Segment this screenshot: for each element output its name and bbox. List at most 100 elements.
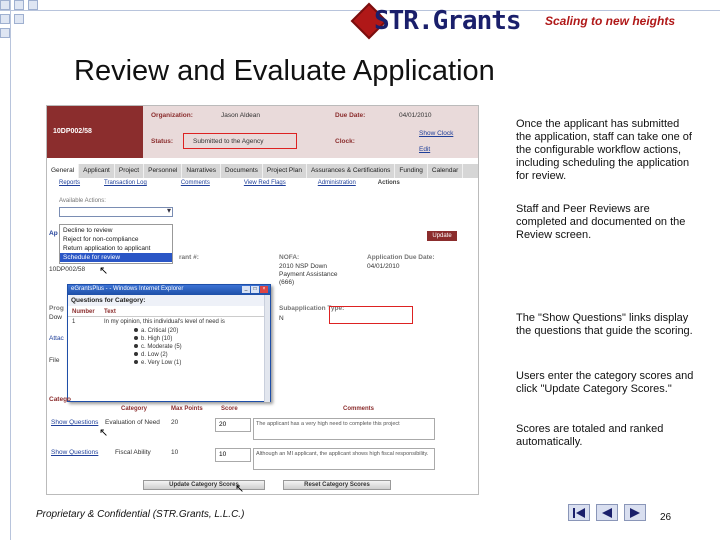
record-header: 10DP002/58 Organization: Jason Aldean St…	[47, 106, 478, 158]
popup-title: eGrantsPlus - - Windows Internet Explore…	[71, 286, 184, 292]
nofa-line: Payment Assistance	[279, 271, 338, 278]
bullet-icon	[134, 360, 138, 365]
left-fragment: Dow	[49, 314, 63, 321]
next-slide-button[interactable]	[624, 504, 646, 521]
comment-input[interactable]: The applicant has a very high need to co…	[253, 418, 435, 440]
sub-tabs: Reports Transaction Log Comments View Re…	[47, 180, 478, 190]
question-row: 1 In my opinion, this individual's level…	[68, 317, 270, 327]
left-fragment: Prog	[49, 305, 64, 312]
cursor-icon: ↖	[99, 427, 109, 439]
reset-category-scores-button[interactable]: Reset Category Scores	[283, 480, 391, 490]
page-number: 26	[660, 512, 672, 523]
subapp-value: N	[279, 315, 284, 322]
tab-personnel[interactable]: Personnel	[144, 164, 183, 178]
actions-dropdown: Decline to review Reject for non-complia…	[59, 224, 173, 264]
answer-option: d. Low (2)	[134, 351, 270, 359]
brand-logo: STR.Grants	[350, 2, 522, 40]
previous-slide-button[interactable]	[596, 504, 618, 521]
questions-popup: eGrantsPlus - - Windows Internet Explore…	[67, 284, 271, 402]
comment-input[interactable]: Although an MI applicant, the applicant …	[253, 448, 435, 470]
grant-label: rant #:	[179, 254, 199, 261]
corner-decoration	[0, 0, 60, 40]
category-name: Fiscal Ability	[115, 449, 151, 456]
tab-general[interactable]: General	[47, 164, 80, 178]
slide-title: Review and Evaluate Application	[74, 55, 495, 87]
action-option[interactable]: Return application to applicant	[60, 244, 172, 253]
minimize-icon[interactable]: _	[242, 286, 250, 293]
popup-scrollbar[interactable]	[264, 295, 270, 402]
left-fragment: Attac	[49, 335, 64, 342]
tab-narratives[interactable]: Narratives	[182, 164, 222, 178]
category-name: Evaluation of Need	[105, 419, 160, 426]
bullet-icon	[134, 344, 138, 349]
max-points: 10	[171, 449, 179, 456]
bullet-icon	[134, 328, 138, 333]
brand-tagline: Scaling to new heights	[545, 14, 676, 28]
tab-funding[interactable]: Funding	[395, 164, 428, 178]
update-button[interactable]: Update	[427, 231, 457, 241]
app-due-value: 04/01/2010	[367, 263, 400, 270]
left-fragment: Ap	[49, 230, 58, 237]
maximize-icon[interactable]: □	[251, 286, 259, 293]
nofa-line: 2010 NSP Down	[279, 263, 327, 270]
tab-assurances[interactable]: Assurances & Certifications	[307, 164, 396, 178]
tab-project-plan[interactable]: Project Plan	[263, 164, 307, 178]
score-header: Score	[221, 406, 238, 412]
subtab-red-flags[interactable]: View Red Flags	[244, 180, 286, 190]
edit-link[interactable]: Edit	[419, 146, 430, 153]
available-actions-label: Available Actions:	[59, 198, 106, 204]
tab-calendar[interactable]: Calendar	[428, 164, 464, 178]
text-header: Text	[104, 309, 116, 315]
organization-label: Organization:	[151, 112, 193, 119]
subtab-transaction-log[interactable]: Transaction Log	[104, 180, 147, 190]
cursor-icon: ↖	[235, 483, 245, 495]
bullet-icon	[134, 352, 138, 357]
popup-titlebar: eGrantsPlus - - Windows Internet Explore…	[68, 285, 270, 295]
organization-value: Jason Aldean	[221, 112, 261, 119]
clock-label: Clock:	[335, 138, 355, 145]
tab-project[interactable]: Project	[115, 164, 145, 178]
update-category-scores-button[interactable]: Update Category Scores	[143, 480, 265, 490]
next-icon	[630, 507, 640, 518]
note-category-scores: Users enter the category scores and clic…	[516, 370, 694, 395]
status-highlight	[183, 133, 297, 149]
brand-name: STR.Grants	[374, 6, 522, 36]
category-header: Category	[121, 406, 148, 412]
answer-option: c. Moderate (5)	[134, 343, 270, 351]
question-number: 1	[72, 319, 76, 325]
popup-table-header: Number Text	[68, 306, 270, 317]
status-label: Status:	[151, 138, 174, 145]
tab-applicant[interactable]: Applicant	[79, 164, 115, 178]
show-questions-link[interactable]: Show Questions	[51, 449, 98, 456]
show-clock-link[interactable]: Show Clock	[419, 130, 453, 137]
grant-number-fragment: 10DP002/58	[49, 266, 86, 273]
application-screenshot: 10DP002/58 Organization: Jason Aldean St…	[46, 105, 479, 495]
first-icon	[573, 507, 585, 518]
comments-header: Comments	[343, 406, 375, 412]
tab-documents[interactable]: Documents	[221, 164, 263, 178]
nofa-line: (666)	[279, 279, 295, 286]
due-date-label: Due Date:	[335, 112, 366, 119]
nofa-label: NOFA:	[279, 254, 300, 261]
action-option[interactable]: Reject for non-compliance	[60, 235, 172, 244]
first-slide-button[interactable]	[568, 504, 590, 521]
subapp-highlight	[329, 306, 413, 324]
score-input[interactable]: 10	[215, 448, 251, 462]
max-points-header: Max Points	[171, 406, 203, 412]
score-input[interactable]: 20	[215, 418, 251, 432]
action-option[interactable]: Decline to review	[60, 226, 172, 235]
answer-option: a. Critical (20)	[134, 327, 270, 335]
max-points: 20	[171, 419, 179, 426]
subtab-actions[interactable]: Actions	[378, 180, 400, 190]
previous-icon	[602, 507, 612, 518]
subtab-comments[interactable]: Comments	[181, 180, 210, 190]
show-questions-link[interactable]: Show Questions	[51, 419, 98, 426]
subtab-reports[interactable]: Reports	[59, 180, 80, 190]
frame-line	[10, 0, 11, 540]
subtab-administration[interactable]: Administration	[318, 180, 356, 190]
left-fragment: File	[49, 357, 60, 364]
available-actions-select[interactable]	[59, 206, 173, 217]
close-icon[interactable]: ×	[260, 286, 268, 293]
answer-options: a. Critical (20) b. High (10) c. Moderat…	[68, 327, 270, 367]
action-option-selected[interactable]: Schedule for review	[60, 253, 172, 262]
